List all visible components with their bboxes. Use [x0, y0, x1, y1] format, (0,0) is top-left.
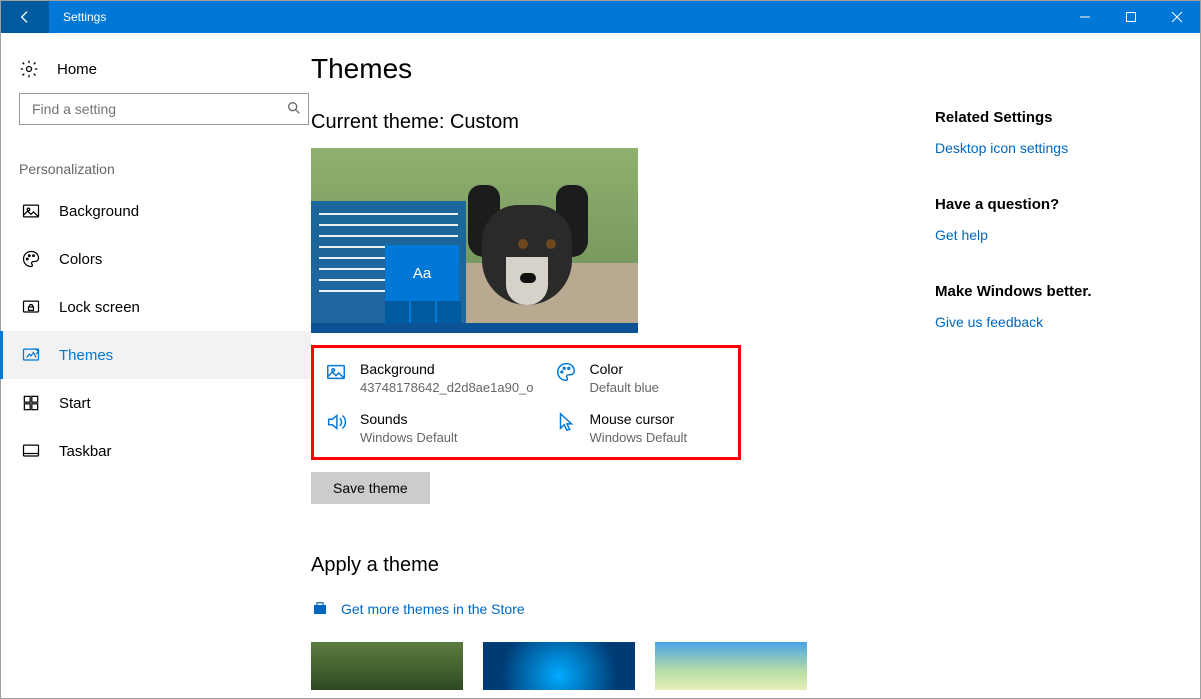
- maximize-button[interactable]: [1108, 1, 1154, 33]
- picture-icon: [324, 360, 348, 384]
- related-heading: Related Settings: [935, 109, 1180, 126]
- theme-prop-title: Mouse cursor: [590, 410, 688, 429]
- current-theme-heading: Current theme: Custom: [311, 111, 935, 134]
- minimize-button[interactable]: [1062, 1, 1108, 33]
- sound-icon: [324, 410, 348, 434]
- close-button[interactable]: [1154, 1, 1200, 33]
- sidebar-item-label: Colors: [59, 251, 102, 268]
- theme-prop-title: Sounds: [360, 410, 458, 429]
- window-title: Settings: [49, 1, 1062, 33]
- theme-preview: Aa: [311, 148, 638, 333]
- store-link-label: Get more themes in the Store: [341, 601, 525, 617]
- back-button[interactable]: [1, 1, 49, 33]
- theme-prop-color[interactable]: Color Default blue: [544, 360, 722, 396]
- theme-prop-title: Background: [360, 360, 534, 379]
- get-help-link[interactable]: Get help: [935, 227, 1180, 243]
- title-bar: Settings: [1, 1, 1200, 33]
- picture-icon: [21, 201, 41, 221]
- theme-prop-cursor[interactable]: Mouse cursor Windows Default: [544, 410, 722, 446]
- sidebar-item-label: Lock screen: [59, 299, 140, 316]
- sidebar-item-start[interactable]: Start: [0, 379, 311, 427]
- save-theme-button[interactable]: Save theme: [311, 472, 430, 504]
- desktop-icon-settings-link[interactable]: Desktop icon settings: [935, 140, 1180, 156]
- arrow-left-icon: [17, 9, 33, 25]
- search-box[interactable]: [19, 93, 309, 125]
- maximize-icon: [1125, 11, 1137, 23]
- store-icon: [311, 599, 329, 620]
- start-icon: [21, 393, 41, 413]
- feedback-heading: Make Windows better.: [935, 283, 1180, 300]
- preview-dog-image: [462, 185, 592, 325]
- main-content: Themes Current theme: Custom Aa: [311, 33, 935, 698]
- palette-icon: [21, 249, 41, 269]
- sidebar-item-background[interactable]: Background: [0, 187, 311, 235]
- sidebar-item-label: Taskbar: [59, 443, 112, 460]
- theme-thumbnail[interactable]: [311, 642, 463, 690]
- close-icon: [1171, 11, 1183, 23]
- sidebar-item-taskbar[interactable]: Taskbar: [0, 427, 311, 475]
- page-title: Themes: [311, 53, 935, 85]
- search-input[interactable]: [30, 100, 286, 118]
- theme-prop-sub: Windows Default: [360, 429, 458, 447]
- related-sidebar: Related Settings Desktop icon settings H…: [935, 33, 1200, 698]
- theme-properties-highlight: Background 43748178642_d2d8ae1a90_o Colo…: [311, 345, 741, 460]
- sidebar-section-label: Personalization: [1, 143, 311, 187]
- theme-prop-background[interactable]: Background 43748178642_d2d8ae1a90_o: [314, 360, 534, 396]
- minimize-icon: [1079, 11, 1091, 23]
- themes-icon: [21, 345, 41, 365]
- lockscreen-icon: [21, 297, 41, 317]
- sidebar-item-label: Background: [59, 203, 139, 220]
- theme-prop-sub: Windows Default: [590, 429, 688, 447]
- sidebar-home[interactable]: Home: [1, 45, 311, 93]
- sidebar-home-label: Home: [57, 61, 97, 78]
- theme-prop-sub: Default blue: [590, 379, 659, 397]
- apply-theme-heading: Apply a theme: [311, 554, 935, 577]
- theme-prop-title: Color: [590, 360, 659, 379]
- search-icon: [286, 100, 302, 119]
- cursor-icon: [554, 410, 578, 434]
- question-heading: Have a question?: [935, 196, 1180, 213]
- sidebar-item-label: Themes: [59, 347, 113, 364]
- feedback-link[interactable]: Give us feedback: [935, 314, 1180, 330]
- theme-prop-sub: 43748178642_d2d8ae1a90_o: [360, 379, 534, 397]
- sidebar-item-themes[interactable]: Themes: [0, 331, 311, 379]
- taskbar-icon: [21, 441, 41, 461]
- palette-icon: [554, 360, 578, 384]
- sidebar: Home Personalization Background Colors: [1, 33, 311, 698]
- sidebar-item-lockscreen[interactable]: Lock screen: [0, 283, 311, 331]
- theme-thumbnail[interactable]: [483, 642, 635, 690]
- gear-icon: [19, 59, 39, 79]
- theme-thumbnails: [311, 642, 935, 690]
- theme-prop-sounds[interactable]: Sounds Windows Default: [314, 410, 534, 446]
- sidebar-item-label: Start: [59, 395, 91, 412]
- store-link[interactable]: Get more themes in the Store: [311, 599, 935, 620]
- sidebar-item-colors[interactable]: Colors: [0, 235, 311, 283]
- theme-thumbnail[interactable]: [655, 642, 807, 690]
